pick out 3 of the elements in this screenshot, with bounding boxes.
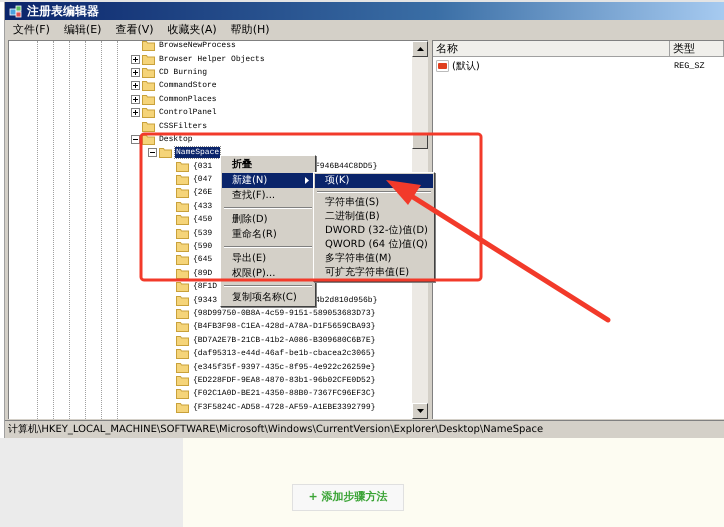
value-type: REG_SZ: [673, 60, 705, 72]
status-bar: 计算机\HKEY_LOCAL_MACHINE\SOFTWARE\Microsoft\Windows\CurrentVersion\Explorer\Desktop\NameSpace: [5, 420, 724, 437]
window-title: 注册表编辑器: [27, 3, 99, 20]
